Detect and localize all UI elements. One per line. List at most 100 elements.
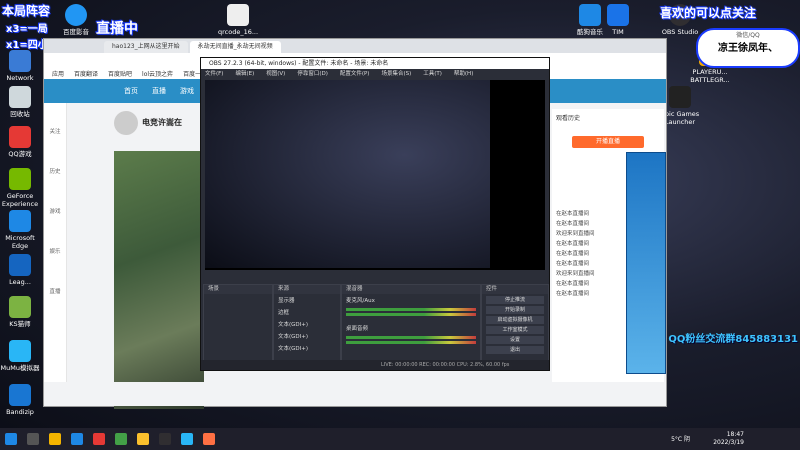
obs-source-item[interactable]: 显示器: [274, 294, 340, 306]
chrome-taskbar-icon[interactable]: [137, 433, 149, 445]
studio-mode-button[interactable]: 工作室模式: [486, 326, 544, 334]
bandizip-icon: [9, 384, 31, 406]
bookmark-item[interactable]: 百度贴吧: [108, 69, 132, 78]
obs-menu-item[interactable]: 场景集合(S): [381, 69, 411, 79]
obs-source-item[interactable]: 文本(GDI+): [274, 342, 340, 354]
nav-item[interactable]: 直播: [152, 86, 166, 96]
obs-menu-item[interactable]: 视图(V): [266, 69, 285, 79]
rail-item[interactable]: 游戏: [44, 183, 66, 223]
bookmark-item[interactable]: 百度翻译: [74, 69, 98, 78]
rail-item[interactable]: 直播: [44, 263, 66, 303]
live-label: 直播中: [96, 21, 138, 37]
exit-button[interactable]: 退出: [486, 346, 544, 354]
recycle-bin-icon: [9, 86, 31, 108]
chat-bubble-text: 凉王徐凤年、: [718, 43, 778, 54]
desktop-icon-tim[interactable]: TIM: [598, 4, 638, 36]
obs-menubar: 文件(F) 编辑(E) 视图(V) 停靠窗口(D) 配置文件(P) 场景集合(S…: [201, 69, 549, 79]
geforce-icon: [9, 168, 31, 190]
obs-window: OBS 27.2.3 (64-bit, windows) - 配置文件: 未命名…: [200, 57, 550, 371]
obs-menu-item[interactable]: 停靠窗口(D): [297, 69, 328, 79]
start-stream-button[interactable]: 开播直播: [572, 136, 644, 148]
obs-mixer-header: 混音器: [342, 285, 480, 294]
obs-menu-item[interactable]: 编辑(E): [235, 69, 254, 79]
obs-sources-header: 来源: [274, 285, 340, 294]
nav-item[interactable]: 游戏: [180, 86, 194, 96]
obs-taskbar-icon[interactable]: [159, 433, 171, 445]
promo-banner[interactable]: [626, 152, 666, 374]
obs-source-item[interactable]: 边框: [274, 306, 340, 318]
virtual-camera-button[interactable]: 启动虚拟摄像机: [486, 316, 544, 324]
obs-scenes-header: 场景: [204, 285, 272, 294]
volume-meter: [346, 336, 476, 339]
avatar[interactable]: [114, 111, 138, 135]
ks-icon: [9, 296, 31, 318]
desktop-icon-network[interactable]: Network: [0, 50, 40, 82]
stream-video[interactable]: [114, 151, 204, 409]
left-rail: 关注 历史 游戏 娱乐 直播: [44, 103, 67, 406]
overlay-lineup-title: 本局阵容: [2, 4, 51, 18]
app-taskbar-icon[interactable]: [93, 433, 105, 445]
rail-item[interactable]: 娱乐: [44, 223, 66, 263]
browser-tab[interactable]: hao123_上网从这里开始: [104, 41, 188, 53]
weather[interactable]: 5°C 阴: [671, 434, 690, 443]
follow-overlay: 喜欢的可以点关注: [660, 6, 757, 20]
windows-start-icon[interactable]: [5, 433, 17, 445]
file-explorer-icon[interactable]: [49, 433, 61, 445]
rail-item[interactable]: 历史: [44, 143, 66, 183]
right-header: 观看历史: [556, 115, 581, 122]
stop-streaming-button[interactable]: 停止推流: [486, 296, 544, 304]
edge-taskbar-icon[interactable]: [71, 433, 83, 445]
desktop-icon-edge[interactable]: Microsoft Edge: [0, 210, 40, 250]
browser-tabs: hao123_上网从这里开始 永劫无间直播_永劫无间视频: [44, 39, 666, 53]
settings-button[interactable]: 设置: [486, 336, 544, 344]
desktop-icon-baidu-player[interactable]: 百度影音: [56, 4, 96, 36]
rail-item[interactable]: 关注: [44, 103, 66, 143]
room-header: 电竞许嵩在: [114, 111, 204, 151]
desktop-icon-qrcode[interactable]: qrcode_16...: [218, 4, 258, 36]
mixer-track-label: 麦克风/Aux: [346, 298, 375, 304]
obs-menu-item[interactable]: 工具(T): [423, 69, 442, 79]
volume-slider[interactable]: [346, 341, 476, 344]
app-taskbar-icon[interactable]: [181, 433, 193, 445]
fan-group-overlay: QQ粉丝交流群845883131: [668, 334, 798, 345]
obs-preview[interactable]: [205, 80, 545, 270]
start-recording-button[interactable]: 开始录制: [486, 306, 544, 314]
bookmark-item[interactable]: 应用: [52, 69, 64, 78]
chat-bubble-user: 微信/QQ: [736, 32, 760, 39]
network-icon: [9, 50, 31, 72]
clock-time: 18:47: [726, 431, 744, 438]
clock[interactable]: 18:47 2022/3/19: [713, 431, 744, 447]
volume-slider[interactable]: [346, 313, 476, 316]
obs-menu-item[interactable]: 文件(F): [205, 69, 223, 79]
browser-tab-active[interactable]: 永劫无间直播_永劫无间视频: [189, 41, 281, 53]
obs-source-item[interactable]: 文本(GDI+): [274, 318, 340, 330]
edge-icon: [9, 210, 31, 232]
obs-preview-nested: [205, 80, 490, 268]
app-taskbar-icon[interactable]: [115, 433, 127, 445]
nav-item[interactable]: 首页: [124, 86, 138, 96]
obs-controls-dock: 控件 停止推流 开始录制 启动虚拟摄像机 工作室模式 设置 退出: [481, 284, 549, 368]
obs-sources-dock: 来源 显示器 边框 文本(GDI+) 文本(GDI+) 文本(GDI+): [273, 284, 341, 368]
desktop-icon-recycle-bin[interactable]: 回收站: [0, 86, 40, 118]
taskbar: 5°C 阴 18:47 2022/3/19: [0, 428, 800, 450]
volume-meter: [346, 308, 476, 311]
desktop-icon-ks[interactable]: KS猫师: [0, 296, 40, 328]
image-file-icon: [227, 4, 249, 26]
obs-mixer-dock: 混音器 麦克风/Aux 桌面音频: [341, 284, 481, 368]
desktop-icon-mumu[interactable]: MuMu模拟器: [0, 340, 40, 372]
tim-icon: [607, 4, 629, 26]
app-taskbar-icon[interactable]: [203, 433, 215, 445]
obs-titlebar: OBS 27.2.3 (64-bit, windows) - 配置文件: 未命名…: [201, 58, 549, 69]
desktop-icon-bandizip[interactable]: Bandizip: [0, 384, 40, 416]
obs-scenes-dock: 场景: [203, 284, 273, 368]
obs-menu-item[interactable]: 配置文件(P): [340, 69, 370, 79]
overlay-line1: x3=一局: [6, 24, 48, 35]
chat-bubble: 微信/QQ 凉王徐凤年、: [696, 28, 800, 68]
obs-source-item[interactable]: 文本(GDI+): [274, 330, 340, 342]
obs-menu-item[interactable]: 帮助(H): [454, 69, 473, 79]
bookmark-item[interactable]: lol云顶之弈: [142, 69, 173, 78]
desktop-icon-league[interactable]: Leag...: [0, 254, 40, 286]
desktop-icon-geforce[interactable]: GeForce Experience: [0, 168, 40, 208]
desktop-icon-qq-game[interactable]: QQ游戏: [0, 126, 40, 158]
search-icon[interactable]: [27, 433, 39, 445]
